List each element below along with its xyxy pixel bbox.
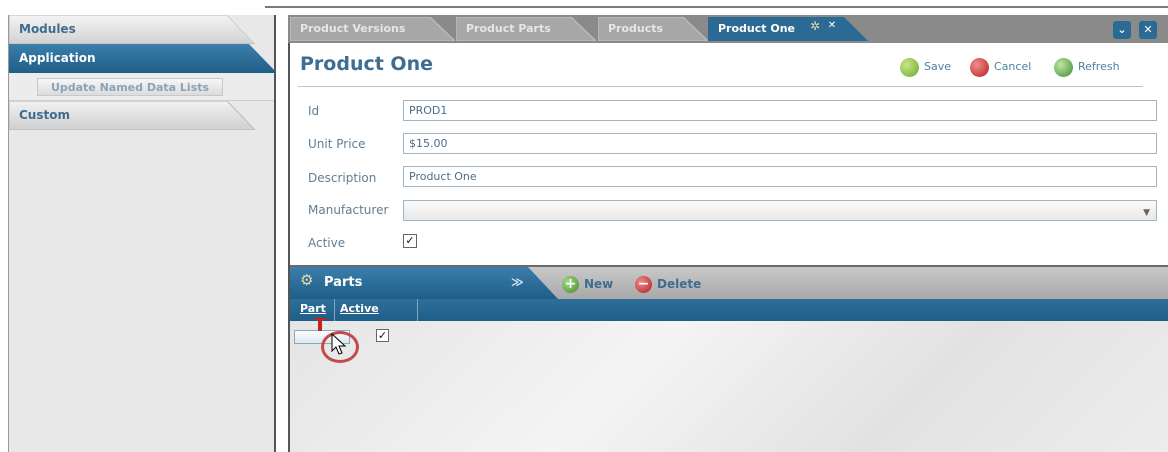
column-separator: [334, 299, 335, 321]
cancel-label: Cancel: [994, 60, 1032, 73]
description-field[interactable]: Product One: [403, 166, 1157, 187]
nav-custom[interactable]: Custom: [9, 101, 274, 130]
new-label: New: [584, 277, 614, 291]
part-active-checkbox[interactable]: ✓: [376, 329, 389, 342]
tab-product-one[interactable]: Product One: [708, 17, 868, 41]
manufacturer-label: Manufacturer: [308, 203, 389, 217]
tab-products[interactable]: Products: [598, 17, 708, 41]
refresh-label: Refresh: [1078, 60, 1120, 73]
nav-application-items: Update Named Data Lists: [9, 73, 274, 101]
left-navigation-panel: Modules Application Update Named Data Li…: [8, 15, 276, 452]
window-top-frame: [0, 0, 1168, 10]
tab-product-versions[interactable]: Product Versions: [290, 17, 455, 41]
delete-label: Delete: [657, 277, 702, 291]
gear-icon[interactable]: ✲: [810, 20, 820, 32]
delete-part-button[interactable]: − Delete: [635, 275, 701, 293]
nav-application-label: Application: [19, 51, 96, 65]
tab-label: Product Parts: [466, 22, 551, 35]
minus-icon: −: [635, 276, 652, 293]
plus-icon: +: [562, 276, 579, 293]
parts-title: Parts: [324, 275, 363, 290]
column-header-part[interactable]: Part: [300, 302, 326, 315]
text-cursor-icon: [314, 318, 326, 331]
gears-icon: ⚙: [300, 271, 314, 289]
chevron-down-icon[interactable]: ▼: [1143, 204, 1150, 223]
main-panel: Product One Save Cancel Refresh Id PROD1…: [288, 43, 1168, 452]
mouse-pointer-icon: [331, 333, 347, 355]
unit-price-label: Unit Price: [308, 137, 366, 151]
tab-label: Product One: [718, 22, 795, 35]
update-named-data-lists-button[interactable]: Update Named Data Lists: [37, 78, 223, 96]
active-label: Active: [308, 236, 346, 250]
refresh-button[interactable]: Refresh: [1054, 57, 1120, 77]
nav-modules[interactable]: Modules: [9, 15, 274, 44]
column-header-active[interactable]: Active: [340, 302, 379, 315]
description-label: Description: [308, 171, 377, 185]
tab-label: Product Versions: [300, 22, 406, 35]
parts-grid: Part Active ✓: [290, 299, 1168, 452]
tab-product-parts[interactable]: Product Parts: [456, 17, 596, 41]
refresh-icon: [1054, 57, 1073, 77]
cancel-icon: [970, 57, 989, 77]
collapse-icon[interactable]: ≫: [511, 275, 524, 289]
checkmark-icon: [900, 57, 919, 77]
nav-modules-label: Modules: [19, 22, 76, 36]
column-separator: [417, 299, 418, 321]
page-title: Product One: [300, 53, 433, 75]
save-button[interactable]: Save: [900, 57, 951, 77]
unit-price-field[interactable]: $15.00: [403, 133, 1157, 154]
tab-label: Products: [608, 22, 664, 35]
close-tab-icon[interactable]: ✕: [825, 19, 839, 33]
nav-custom-label: Custom: [19, 108, 70, 122]
new-part-button[interactable]: + New: [562, 275, 613, 293]
manufacturer-select[interactable]: ▼: [403, 200, 1157, 221]
top-border: [265, 6, 1168, 8]
id-field[interactable]: PROD1: [403, 100, 1157, 121]
chevron-down-icon[interactable]: ⌄: [1113, 21, 1131, 39]
nav-application[interactable]: Application: [9, 44, 274, 73]
id-label: Id: [308, 104, 320, 118]
cancel-button[interactable]: Cancel: [970, 57, 1031, 77]
close-window-icon[interactable]: ✕: [1139, 21, 1157, 39]
grid-header: Part Active: [290, 299, 1168, 321]
form-header: Product One Save Cancel Refresh: [290, 43, 1168, 89]
title-divider: [298, 86, 1143, 87]
save-label: Save: [924, 60, 952, 73]
tab-bar: Product Versions Product Parts Products …: [288, 15, 1168, 43]
parts-toolbar: ⚙ Parts ≫ + New − Delete: [290, 267, 1168, 299]
active-checkbox[interactable]: ✓: [403, 234, 417, 248]
